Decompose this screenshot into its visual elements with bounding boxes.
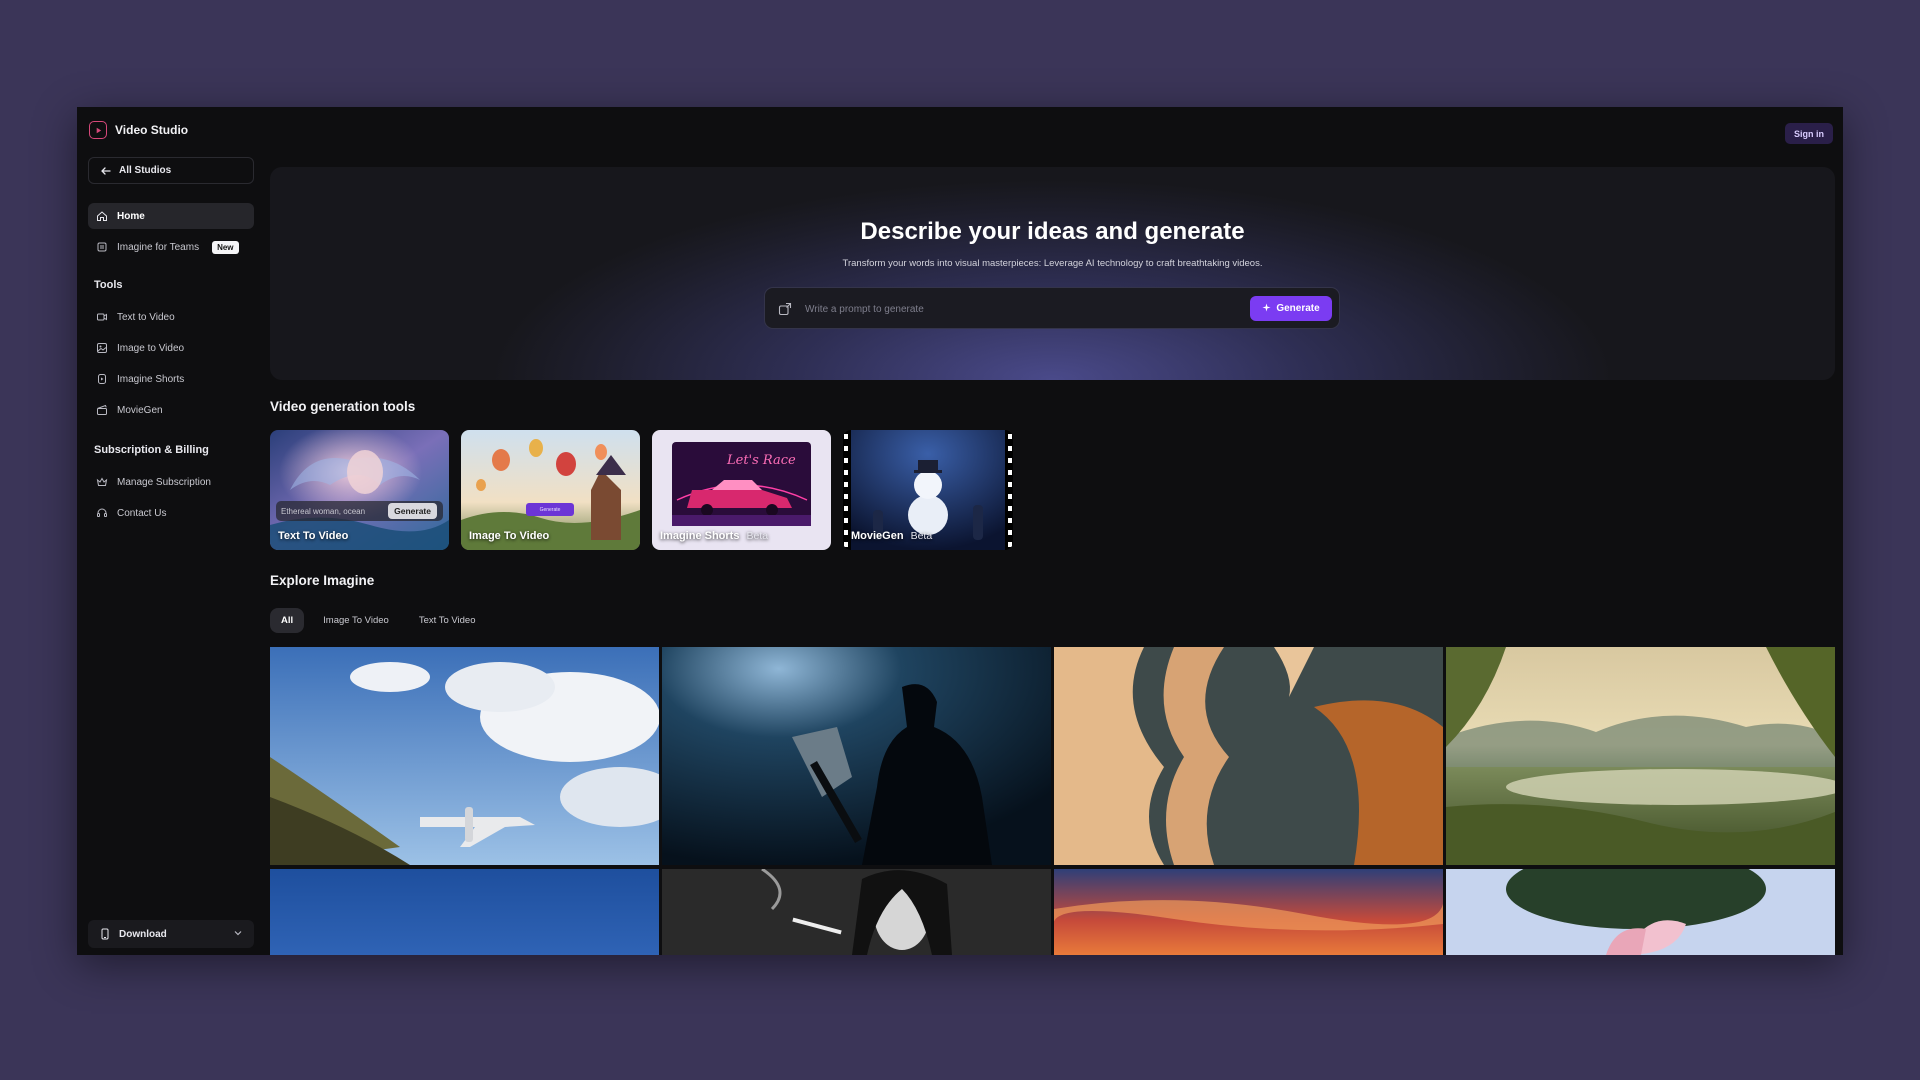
tool-prompt-text: Ethereal woman, ocean: [281, 506, 366, 516]
all-studios-label: All Studios: [119, 165, 172, 176]
text-video-icon: [96, 311, 108, 323]
tab-all[interactable]: All: [270, 608, 305, 633]
tool-generate-button[interactable]: Generate: [388, 503, 437, 519]
sidebar-item-label: Image to Video: [117, 342, 185, 354]
generate-button[interactable]: Generate: [1250, 296, 1332, 321]
team-icon: [96, 241, 108, 253]
tools-section-title: Tools: [94, 279, 123, 291]
moviegen-icon: [96, 404, 108, 416]
sidebar-item-image-to-video[interactable]: Image to Video: [88, 335, 254, 361]
hero-subtitle: Transform your words into visual masterp…: [842, 258, 1263, 269]
tool-card-title: Text To Video: [278, 530, 349, 542]
tool-prompt-bar: Ethereal woman, ocean Generate: [276, 501, 443, 521]
tool-card-text-to-video[interactable]: Ethereal woman, ocean Generate Text To V…: [270, 430, 449, 550]
hero-panel: Describe your ideas and generate Transfo…: [270, 167, 1835, 380]
sidebar-item-imagine-shorts[interactable]: Imagine Shorts: [88, 366, 254, 392]
sidebar-item-home[interactable]: Home: [88, 203, 254, 229]
explore-tile-airplane[interactable]: [270, 647, 659, 865]
tab-text-to-video[interactable]: Text To Video: [408, 608, 487, 633]
headset-icon: [96, 507, 108, 519]
sidebar-item-label: Manage Subscription: [117, 476, 211, 488]
prompt-bar: Generate: [764, 287, 1340, 329]
tab-image-to-video[interactable]: Image To Video: [312, 608, 400, 633]
sidebar-item-label: Imagine Shorts: [117, 373, 185, 385]
beta-badge: Beta: [746, 530, 769, 542]
tool-card-moviegen[interactable]: MovieGen Beta: [843, 430, 1013, 550]
tool-card-label: Text To Video: [278, 530, 348, 542]
neon-sign-text: Let's Race: [726, 453, 796, 468]
sidebar-item-contact-us[interactable]: Contact Us: [88, 500, 254, 526]
sidebar-item-manage-subscription[interactable]: Manage Subscription: [88, 469, 254, 495]
home-icon: [96, 210, 108, 222]
phone-icon: [99, 928, 111, 940]
image-video-icon: [96, 342, 108, 354]
new-badge: New: [212, 240, 239, 254]
explore-tile-sunset-clouds[interactable]: [1054, 869, 1443, 955]
billing-section-title: Subscription & Billing: [94, 444, 209, 456]
sidebar-item-text-to-video[interactable]: Text to Video: [88, 304, 254, 330]
explore-section-title: Explore Imagine: [270, 573, 375, 588]
app-window: Video Studio All Studios Home Imagine fo…: [77, 107, 1843, 955]
explore-tile-fur-texture[interactable]: [1054, 647, 1443, 865]
tool-card-imagine-shorts[interactable]: Let's Race Imagine Shorts Beta: [652, 430, 831, 550]
play-logo-icon: [89, 121, 107, 139]
hero-title: Describe your ideas and generate: [860, 218, 1245, 245]
image-upload-icon[interactable]: [778, 302, 792, 316]
explore-tabs: All Image To Video Text To Video: [270, 608, 487, 633]
explore-tile-smoking-woman[interactable]: [662, 869, 1051, 955]
explore-tile-axe-silhouette[interactable]: [662, 647, 1051, 865]
sidebar: Video Studio All Studios Home Imagine fo…: [77, 107, 270, 955]
tool-card-title: MovieGen: [851, 530, 904, 542]
sidebar-item-label: MovieGen: [117, 404, 163, 416]
tools-section-title: Video generation tools: [270, 399, 416, 414]
tool-card-label: Imagine Shorts Beta: [660, 530, 768, 542]
explore-tile-lake-meadow[interactable]: [1446, 647, 1835, 865]
tool-card-image-to-video[interactable]: Generate Image To Video: [461, 430, 640, 550]
sidebar-item-imagine-for-teams[interactable]: Imagine for Teams New: [88, 234, 254, 260]
sidebar-item-label: Imagine for Teams: [117, 241, 200, 253]
download-button[interactable]: Download: [88, 920, 254, 948]
sidebar-item-label: Text to Video: [117, 311, 175, 323]
sidebar-item-label: Home: [117, 210, 145, 222]
tool-card-label: Image To Video: [469, 530, 549, 542]
sign-in-button[interactable]: Sign in: [1785, 123, 1833, 144]
sparkle-icon: [1262, 302, 1271, 315]
shorts-icon: [96, 373, 108, 385]
download-label: Download: [119, 928, 167, 940]
tool-card-title: Imagine Shorts: [660, 530, 740, 542]
tool-card-title: Image To Video: [469, 530, 550, 542]
beta-badge: Beta: [910, 530, 933, 542]
brand[interactable]: Video Studio: [89, 121, 188, 139]
explore-tile-blue-sky[interactable]: [270, 869, 659, 955]
generate-label: Generate: [1276, 303, 1320, 314]
tool-mini-generate-button[interactable]: Generate: [526, 503, 574, 516]
explore-tile-lotus-snow[interactable]: [1446, 869, 1835, 955]
sidebar-item-moviegen[interactable]: MovieGen: [88, 397, 254, 423]
crown-icon: [96, 476, 108, 488]
chevron-down-icon: [233, 928, 243, 938]
sidebar-item-label: Contact Us: [117, 507, 167, 519]
prompt-input[interactable]: [805, 297, 1225, 321]
arrow-left-icon: [100, 165, 112, 177]
app-title: Video Studio: [115, 123, 189, 137]
tool-card-label: MovieGen Beta: [851, 530, 932, 542]
all-studios-button[interactable]: All Studios: [88, 157, 254, 184]
